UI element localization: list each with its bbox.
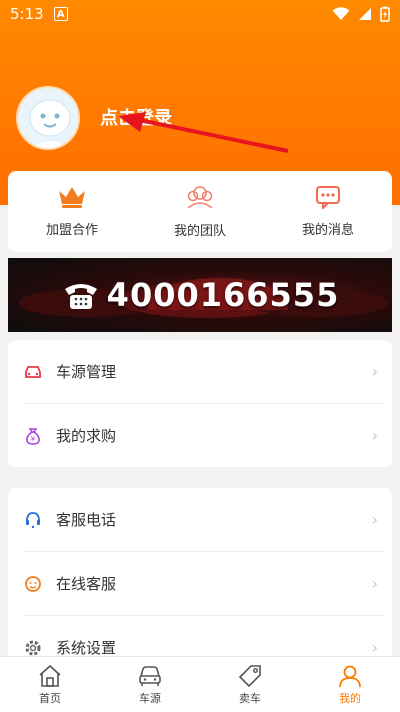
car-icon [25,365,41,378]
nav-mine[interactable]: 我的 [300,657,400,712]
status-time: 5:13 [10,5,44,23]
nav-sell-car[interactable]: 卖车 [200,657,300,712]
hotline-number-text: 4000166555 [106,276,340,314]
quick-action-team[interactable]: 我的团队 [136,171,264,252]
nav-car-source[interactable]: 车源 [100,657,200,712]
status-bar: 5:13 A [0,0,400,28]
quick-actions-card: 加盟合作 我的团队 我的消息 [8,171,392,252]
quick-action-label: 我的消息 [301,223,354,238]
chevron-right-icon: › [371,638,378,656]
menu-item-car-management[interactable]: 车源管理 › [8,340,392,403]
gear-icon [25,640,41,655]
menu-group-vehicles: 车源管理 › ¥ 我的求购 › [8,340,392,467]
team-icon [187,186,213,209]
menu-group-service: 客服电话 › 在线客服 › 系统设置 › [8,488,392,656]
wifi-icon [332,7,350,20]
quick-action-messages[interactable]: 我的消息 [264,171,392,252]
crown-icon [59,187,85,208]
menu-item-online-service[interactable]: 在线客服 › [8,552,392,615]
telephone-icon [64,284,97,309]
chevron-right-icon: › [371,362,378,381]
quick-action-label: 我的团队 [173,224,226,239]
nav-label: 我的 [339,691,361,705]
hotline-banner[interactable]: 4000166555 [8,258,392,332]
quick-action-label: 加盟合作 [45,223,98,238]
quick-action-join[interactable]: 加盟合作 [8,171,136,252]
message-icon [316,186,340,209]
money-bag-icon: ¥ [26,427,40,445]
battery-icon [380,6,390,22]
person-icon [339,665,361,687]
menu-item-service-phone[interactable]: 客服电话 › [8,488,392,551]
menu-item-system-settings[interactable]: 系统设置 › [8,616,392,656]
signal-icon [359,8,371,20]
svg-text:¥: ¥ [31,435,36,443]
menu-item-label: 我的求购 [56,427,117,445]
hotline-number: 4000166555 [61,276,340,314]
home-icon [39,664,61,687]
red-arrow-annotation [118,112,289,153]
nav-label: 卖车 [239,691,261,705]
notification-a-icon: A [53,7,68,21]
menu-item-label: 客服电话 [56,511,117,529]
chevron-right-icon: › [371,426,378,445]
bottom-nav: 首页 车源 卖车 我的 [0,656,400,712]
menu-item-my-purchase[interactable]: ¥ 我的求购 › [8,404,392,467]
service-face-icon [25,575,41,592]
tag-icon [238,664,261,687]
nav-label: 车源 [139,691,161,705]
menu-item-label: 系统设置 [56,639,117,656]
headset-icon [26,511,40,528]
menu-item-label: 车源管理 [56,363,117,381]
chevron-right-icon: › [371,574,378,593]
car-outline-icon [139,665,161,686]
avatar[interactable] [16,86,80,150]
nav-label: 首页 [39,691,61,705]
chevron-right-icon: › [371,510,378,529]
menu-item-label: 在线客服 [56,575,117,593]
nav-home[interactable]: 首页 [0,657,100,712]
